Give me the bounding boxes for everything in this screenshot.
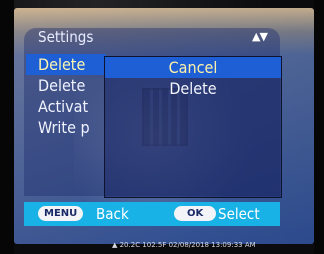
menu-item-activate[interactable]: Activat: [26, 96, 106, 117]
menu-title: Settings: [38, 28, 94, 46]
delete-confirm-dialog: Cancel Delete: [104, 56, 282, 198]
screen-bezel-right: [314, 0, 324, 254]
menu-item-write-protect[interactable]: Write p: [26, 117, 106, 138]
camera-screen-photo: Settings ▲▼ Delete Delete Activat Write …: [0, 0, 324, 254]
menu-key-button[interactable]: MENU: [38, 206, 84, 221]
menu-item-delete[interactable]: Delete: [26, 75, 106, 96]
settings-menu-list: Delete Delete Activat Write p: [26, 54, 106, 138]
back-label: Back: [96, 205, 129, 223]
menu-item-delete-selected[interactable]: Delete: [26, 54, 106, 75]
select-label: Select: [218, 205, 260, 223]
dialog-option-cancel[interactable]: Cancel: [105, 57, 281, 78]
dialog-option-delete[interactable]: Delete: [105, 78, 281, 99]
screen-bezel-left: [0, 0, 14, 254]
status-strip: ▲ 20.2C 102.5F 02/08/2018 13:09:33 AM: [112, 241, 256, 249]
scroll-arrows-icon[interactable]: ▲▼: [252, 30, 268, 43]
ok-key-button[interactable]: OK: [174, 206, 217, 221]
